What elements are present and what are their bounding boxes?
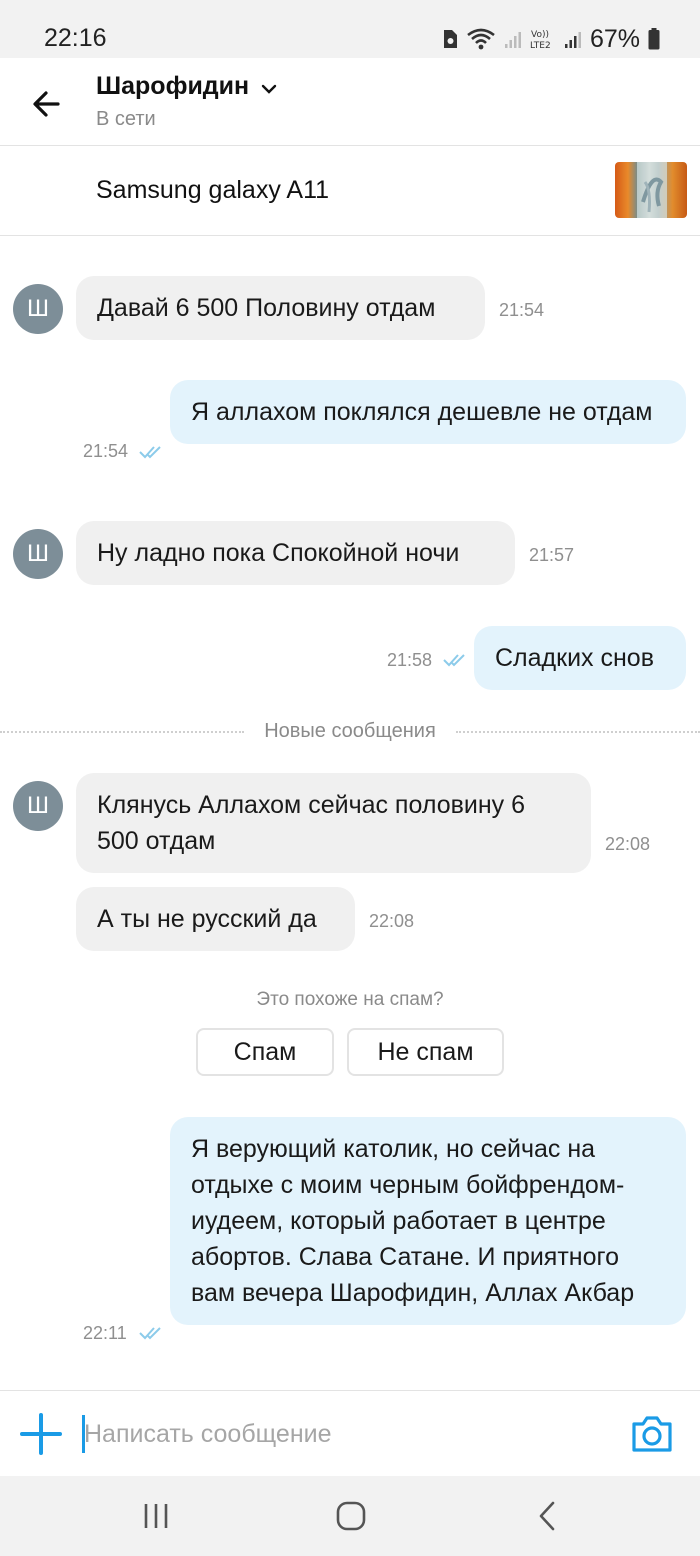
spam-button-label: Спам [233,1037,297,1066]
chevron-down-icon[interactable] [260,80,278,98]
message-text: Я аллахом поклялся дешевле не отдам [191,398,653,426]
message-bubble-outgoing[interactable]: Я аллахом поклялся дешевле не отдам [170,380,686,444]
home-icon[interactable] [333,1500,369,1532]
system-nav-bar [0,1476,700,1556]
message-text: Давай 6 500 Половину отдам [97,294,436,322]
read-checkmarks-icon [139,446,161,459]
read-checkmarks-icon [443,654,465,667]
spam-question: Это похоже на спам? [256,989,444,1010]
back-arrow-icon[interactable] [28,84,68,124]
spam-button[interactable]: Спам [196,1028,334,1076]
product-bar[interactable]: Samsung galaxy A11 [0,146,700,236]
message-time: 21:57 [529,545,575,565]
signal-icon [564,32,581,48]
message-composer [0,1390,700,1476]
new-messages-divider: Новые сообщения [0,720,700,743]
message-text: А ты не русский да [97,905,317,933]
online-status: В сети [96,108,156,130]
message-text: Клянусь Аллахом сейчас половину 6 500 от… [97,791,526,855]
message-time: 22:08 [369,911,415,931]
message-time: 21:54 [83,441,129,461]
message-time: 21:54 [499,300,545,320]
volte-icon: Vo)) LTE2 [530,30,551,51]
battery-icon [648,28,660,50]
avatar[interactable]: Ш [13,781,63,831]
battery-percent: 67% [589,24,640,53]
message-text: Я верующий католик, но сейчас на отдыхе … [191,1135,635,1307]
status-icons: Vo)) LTE2 67% [442,22,660,56]
chat-header: Шарофидин В сети [0,58,700,146]
read-checkmarks-icon [139,1327,161,1340]
svg-text:Vo)): Vo)) [531,30,549,40]
signal-icon [504,32,521,48]
avatar[interactable]: Ш [13,529,63,579]
message-time: 21:58 [387,650,433,670]
camera-icon[interactable] [630,1415,674,1453]
product-title[interactable]: Samsung galaxy A11 [96,176,329,205]
message-bubble-incoming[interactable]: Ну ладно пока Спокойной ночи [76,521,515,585]
avatar[interactable]: Ш [13,284,63,334]
message-bubble-incoming[interactable]: Клянусь Аллахом сейчас половину 6 500 от… [76,773,591,873]
plus-icon[interactable] [20,1413,62,1455]
message-bubble-incoming[interactable]: Давай 6 500 Половину отдам [76,276,485,340]
message-bubble-outgoing[interactable]: Я верующий католик, но сейчас на отдыхе … [170,1117,686,1325]
not-spam-button-label: Не спам [377,1037,474,1066]
message-time: 22:11 [83,1323,127,1343]
not-spam-button[interactable]: Не спам [347,1028,504,1076]
product-thumbnail[interactable] [615,162,687,218]
message-text: Ну ладно пока Спокойной ночи [97,539,460,567]
status-bar: 22:16 Vo)) LTE2 67% [0,0,700,58]
message-text: Сладких снов [495,644,654,672]
message-bubble-outgoing[interactable]: Сладких снов [474,626,686,690]
recent-apps-icon[interactable] [138,1500,174,1532]
phone-case-image [637,162,667,218]
back-icon[interactable] [530,1500,566,1532]
message-bubble-incoming[interactable]: А ты не русский да [76,887,355,951]
new-messages-label: Новые сообщения [250,720,450,742]
message-input[interactable] [84,1413,604,1455]
svg-text:LTE2: LTE2 [530,41,551,51]
sim-icon [443,30,457,48]
contact-name[interactable]: Шарофидин [96,72,249,101]
wifi-icon [467,28,495,50]
message-time: 22:08 [605,834,651,854]
status-time: 22:16 [44,24,107,52]
